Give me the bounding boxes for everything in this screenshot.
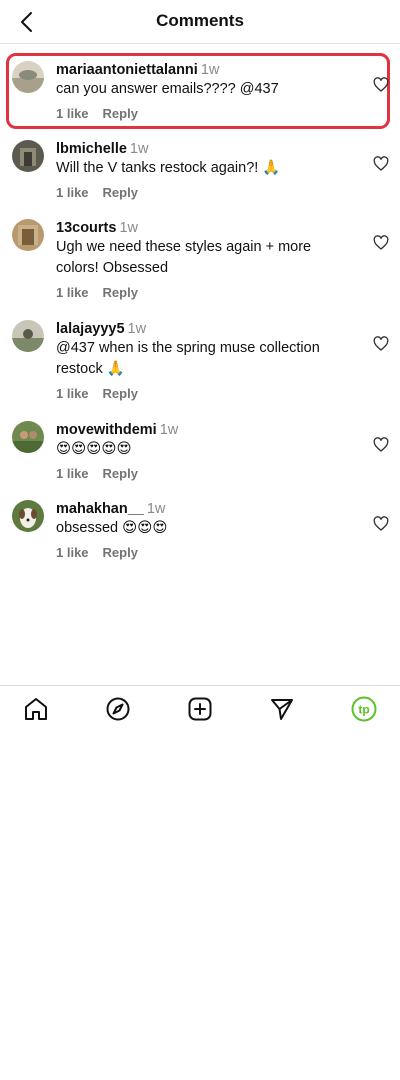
create-icon[interactable] [187,696,213,722]
heart-icon[interactable] [373,336,389,352]
home-icon[interactable] [23,696,49,722]
heart-icon[interactable] [373,437,389,453]
profile-label: tp [358,703,369,717]
heart-icon[interactable] [373,77,389,93]
comment-text: @437 when is the spring muse collection … [56,340,320,377]
reply-button[interactable]: Reply [103,285,138,300]
bottom-nav: tp [0,685,400,731]
like-count[interactable]: 1 like [56,545,89,560]
comment-text: 😍😍😍😍😍 [56,441,132,457]
comment-text: obsessed 😍😍😍 [56,520,168,536]
comment-username[interactable]: movewithdemi [56,422,157,438]
avatar[interactable] [12,61,44,93]
like-count[interactable]: 1 like [56,285,89,300]
reply-button[interactable]: Reply [103,185,138,200]
comment-username[interactable]: lbmichelle [56,141,127,157]
profile-avatar[interactable]: tp [351,696,377,722]
avatar[interactable] [12,320,44,352]
avatar[interactable] [12,219,44,251]
comment-username[interactable]: lalajayyy5 [56,321,125,337]
reply-button[interactable]: Reply [103,466,138,481]
comment-username[interactable]: mahakhan__ [56,501,144,517]
comment-time: 1w [159,422,179,438]
explore-icon[interactable] [105,696,131,722]
comment-username[interactable]: mariaantoniettalanni [56,62,198,78]
like-count[interactable]: 1 like [56,386,89,401]
heart-icon[interactable] [373,156,389,172]
header: Comments [0,0,400,44]
page-title: Comments [156,11,244,30]
comment-text: Will the V tanks restock again?! 🙏 [56,160,281,176]
comment-time: 1w [119,220,138,236]
reply-button[interactable]: Reply [103,106,138,121]
send-icon[interactable] [269,696,295,722]
like-count[interactable]: 1 like [56,466,89,481]
comment-time: 1w [146,501,166,517]
like-count[interactable]: 1 like [56,185,89,200]
avatar[interactable] [12,421,44,453]
heart-icon[interactable] [373,235,389,251]
comment-time: 1w [127,321,147,337]
comment-username[interactable]: 13courts [56,220,116,236]
reply-button[interactable]: Reply [103,545,138,560]
avatar[interactable] [12,500,44,532]
avatar[interactable] [12,140,44,172]
comment-text: can you answer emails???? @437 [56,81,279,97]
comment-time: 1w [200,62,220,78]
heart-icon[interactable] [373,516,389,532]
reply-button[interactable]: Reply [103,386,138,401]
comment-text: Ugh we need these styles again + more co… [56,239,312,276]
comment-time: 1w [129,141,149,157]
like-count[interactable]: 1 like [56,106,89,121]
